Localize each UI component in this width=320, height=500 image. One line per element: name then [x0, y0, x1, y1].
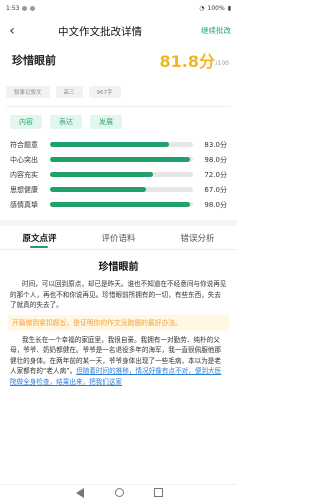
page-title: 中文作文批改详情 — [58, 26, 142, 38]
metric-label: 感情真挚 — [10, 200, 38, 209]
metric-fill — [50, 172, 153, 177]
notification-icon — [22, 5, 28, 11]
back-triangle-icon[interactable] — [75, 487, 84, 498]
metric-fill — [50, 157, 191, 162]
essay-tags: 叙事记叙文 高三 967字 — [6, 86, 121, 98]
essay-header: 珍惜眼前 81.8分 /100 叙事记叙文 高三 967字 — [0, 46, 237, 106]
metric-label: 思想健康 — [10, 185, 38, 194]
back-icon[interactable]: ‹ — [0, 16, 24, 46]
battery-label: 100% — [207, 4, 225, 12]
metric-row: 内容充实 72.0分 — [10, 167, 227, 182]
metric-list: 符合题意 83.0分 中心突出 98.0分 内容充实 72.0分 思想健康 67… — [0, 135, 237, 212]
category-content[interactable]: 内容 — [10, 115, 42, 129]
metric-value: 83.0分 — [204, 140, 227, 149]
detail-tabs: 原文点评 评价语料 错误分析 — [0, 226, 237, 250]
recents-square-icon[interactable] — [153, 488, 163, 497]
comment-note: 开篇做到紧扣题旨，是证明你的作文没跑题的最好办法。 — [8, 314, 229, 331]
metric-bar — [50, 187, 193, 192]
metric-fill — [50, 202, 191, 207]
article-paragraph: 时间，可以回到原点，却已是昨天。谁也不知道在不经意间与你说再见的那个人，再也不和… — [10, 280, 227, 309]
metric-bar — [50, 172, 193, 177]
essay-title: 珍惜眼前 — [12, 54, 56, 67]
wifi-icon: ◔ — [199, 4, 205, 12]
metric-fill — [50, 142, 169, 147]
status-bar: 1:53 ◔ 100% ▮ — [0, 0, 237, 16]
nav-bar: ‹ 中文作文批改详情 继续批改 — [0, 16, 237, 46]
tab-error-analysis[interactable]: 错误分析 — [180, 226, 214, 250]
metric-row: 符合题意 83.0分 — [10, 137, 227, 152]
category-expression[interactable]: 表达 — [50, 115, 82, 129]
essay-score: 81.8分 — [159, 52, 215, 71]
metric-bar — [50, 157, 193, 162]
home-circle-icon[interactable] — [114, 488, 124, 497]
article-paragraph: 我生长在一个幸福的家庭里，我很自豪。我拥有一对勤劳、纯朴的父母，爷爷、奶奶都健在… — [0, 335, 237, 388]
metric-value: 67.0分 — [204, 185, 227, 194]
score-max: /100 — [215, 60, 229, 67]
battery-icon: ▮ — [227, 4, 231, 12]
metric-row: 思想健康 67.0分 — [10, 182, 227, 197]
metric-bar — [50, 202, 193, 207]
tab-evaluation-corpus[interactable]: 评价语料 — [101, 226, 135, 250]
category-tabs: 内容 表达 发展 — [0, 107, 237, 135]
article-title: 珍惜眼前 — [98, 262, 139, 273]
metric-label: 内容充实 — [10, 170, 38, 179]
metric-row: 中心突出 98.0分 — [10, 152, 227, 167]
status-time: 1:53 — [6, 4, 20, 12]
category-development[interactable]: 发展 — [90, 115, 122, 129]
tag-genre: 叙事记叙文 — [6, 86, 50, 98]
metric-fill — [50, 187, 146, 192]
metric-value: 98.0分 — [204, 155, 227, 164]
tag-grade: 高三 — [55, 86, 83, 98]
notification-icon — [30, 5, 36, 11]
metric-bar — [50, 142, 193, 147]
metric-value: 98.0分 — [204, 200, 227, 209]
metric-row: 感情真挚 98.0分 — [10, 197, 227, 212]
metric-value: 72.0分 — [204, 170, 227, 179]
system-nav-bar — [0, 484, 237, 500]
tag-wordcount: 967字 — [88, 86, 121, 98]
tab-original-comment[interactable]: 原文点评 — [22, 226, 57, 250]
metric-label: 符合题意 — [10, 140, 38, 149]
metric-label: 中心突出 — [10, 155, 38, 164]
continue-grading-button[interactable]: 继续批改 — [201, 25, 231, 36]
